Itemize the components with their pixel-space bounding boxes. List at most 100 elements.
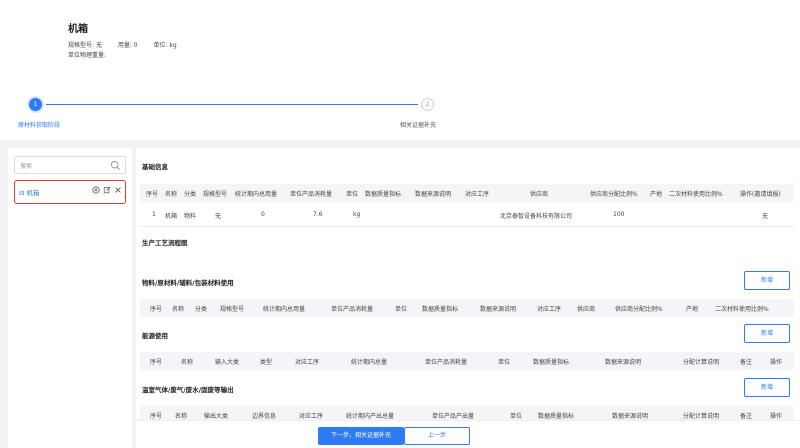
col-supplier: 供应商 [577,306,596,313]
step-2-label: 相关证据补充 [400,122,437,129]
col-supplier-ratio: 供应商分配比例% [615,306,663,313]
col-per-unit: 单位产品消耗量 [331,306,374,313]
col-source: 数据来源说明 [605,359,642,366]
tree-node-selected[interactable]: ⊟ 机箱 [14,180,126,204]
energy-table-header: 序号 名称 输入大类 类型 对应工序 统计期内总量 单位产品消耗量 单位 数据质… [140,352,794,370]
col-unit: 单位 [346,191,359,198]
page-title: 机箱 [68,24,88,35]
header-meta-row: 规格型号: 无 用量: 0 单位: kg [68,40,177,49]
step-connector [46,104,418,105]
col-operation: 操作(邀请填报) [740,191,781,198]
next-step-button[interactable]: 下一步，相关证据补充 [318,427,404,445]
qty-value: 0 [133,42,138,49]
energy-add-button[interactable]: 新增 [744,324,790,343]
row-supplier-ratio: 100 [613,211,625,218]
tree-node-label[interactable]: 机箱 [27,189,40,197]
row-spec: 无 [215,213,222,220]
col-boundary: 边界信息 [252,413,277,420]
unit-label: 单位: [153,42,168,49]
col-input-category: 输入大类 [215,359,240,366]
tree-node[interactable]: ⊟ 机箱 [19,187,40,197]
col-per-unit-output: 单位产品产出量 [432,413,475,420]
close-icon[interactable] [114,186,122,194]
col-category: 分类 [184,191,197,198]
col-quality: 数据质量指标 [533,359,570,366]
basic-info-title: 基础信息 [142,163,168,171]
col-source: 数据来源说明 [415,191,452,198]
col-source: 数据来源说明 [480,306,517,313]
row-category: 物料 [184,213,197,220]
col-source: 数据来源说明 [612,413,649,420]
col-total-output: 统计期内产出总量 [346,413,395,420]
col-per-unit: 单位产品消耗量 [290,191,333,198]
spec-label: 规格型号: [68,42,95,49]
energy-title: 能源使用 [142,332,168,340]
materials-add-button[interactable]: 新增 [744,271,790,290]
add-circle-icon[interactable] [92,186,100,194]
basic-info-table-header: 序号 名称 分类 规格型号 统计期内总用量 单位产品消耗量 单位 数据质量指标 … [140,184,794,202]
row-seq: 1 [152,211,156,218]
main-content: 基础信息 序号 名称 分类 规格型号 统计期内总用量 单位产品消耗量 单位 数据… [136,148,800,448]
col-process: 对应工序 [299,413,324,420]
col-origin: 产地 [650,191,663,198]
materials-title: 物料/原材料/辅料/包装材料使用 [142,279,234,287]
col-remark: 备注 [740,359,753,366]
col-category: 分类 [195,306,208,313]
col-seq: 序号 [146,191,159,198]
col-seq: 序号 [150,359,163,366]
materials-table-header: 序号 名称 分类 规格型号 统计期内总用量 单位产品消耗量 单位 数据质量指标 … [140,299,794,317]
col-name: 名称 [172,306,185,313]
col-total: 统计期内总量 [351,359,388,366]
step-1-label: 原材料获取阶段 [18,122,61,129]
col-unit: 单位 [510,413,523,420]
col-seq: 序号 [150,413,163,420]
col-seq: 序号 [150,306,163,313]
prev-step-button[interactable]: 上一步 [404,427,470,445]
col-output-category: 输出大类 [204,413,229,420]
step-progress: 1 2 原材料获取阶段 相关证据补充 [0,94,800,134]
col-process: 对应工序 [295,359,320,366]
step-1-indicator[interactable]: 1 [29,98,42,111]
col-total: 统计期内总用量 [263,306,306,313]
col-name: 名称 [181,359,194,366]
header-panel: 机箱 规格型号: 无 用量: 0 单位: kg 单位物理重量: 1 2 原材料获… [0,0,800,140]
collapse-icon[interactable]: ⊟ [19,189,24,197]
col-secondary-ratio: 二次材料使用比例% [669,191,723,198]
row-operation: 无 [762,213,769,220]
col-allocation: 分配计算说明 [683,413,720,420]
tree-sidebar: 搜索 ⊟ 机箱 [8,148,132,448]
emissions-add-button[interactable]: 新增 [744,378,790,397]
row-supplier: 北京泰智设备科技有限公司 [500,213,573,220]
col-origin: 产地 [686,306,699,313]
row-name: 机箱 [165,213,178,220]
spec-value: 无 [95,42,102,49]
col-allocation: 分配计算说明 [683,359,720,366]
col-supplier: 供应商 [530,191,549,198]
col-remark: 备注 [740,413,753,420]
row-per-unit: 7.6 [313,211,323,218]
search-icon[interactable] [110,160,121,171]
row-divider [140,226,794,227]
col-unit: 单位 [498,359,511,366]
step-2-indicator[interactable]: 2 [421,98,434,111]
col-name: 名称 [175,413,188,420]
unit-value: kg [169,42,177,49]
col-quality: 数据质量指标 [422,306,459,313]
edit-icon[interactable] [103,186,111,194]
col-spec: 规格型号 [203,191,228,198]
weight-label: 单位物理重量: [68,52,107,59]
col-process: 对应工序 [537,306,562,313]
search-input[interactable]: 搜索 [14,156,126,174]
row-unit: kg [353,211,361,218]
col-operation: 操作 [770,359,783,366]
col-supplier-ratio: 供应商分配比例% [590,191,638,198]
col-process: 对应工序 [465,191,490,198]
process-flow-title: 生产工艺流程图 [142,239,188,247]
col-quality: 数据质量指标 [365,191,402,198]
col-per-unit: 单位产品消耗量 [425,359,468,366]
col-unit: 单位 [395,306,408,313]
col-operation: 操作 [770,413,783,420]
col-secondary-ratio: 二次材料使用比例% [715,306,769,313]
footer-bar: 下一步，相关证据补充 上一步 [136,420,800,448]
col-quality: 数据质量指标 [538,413,575,420]
